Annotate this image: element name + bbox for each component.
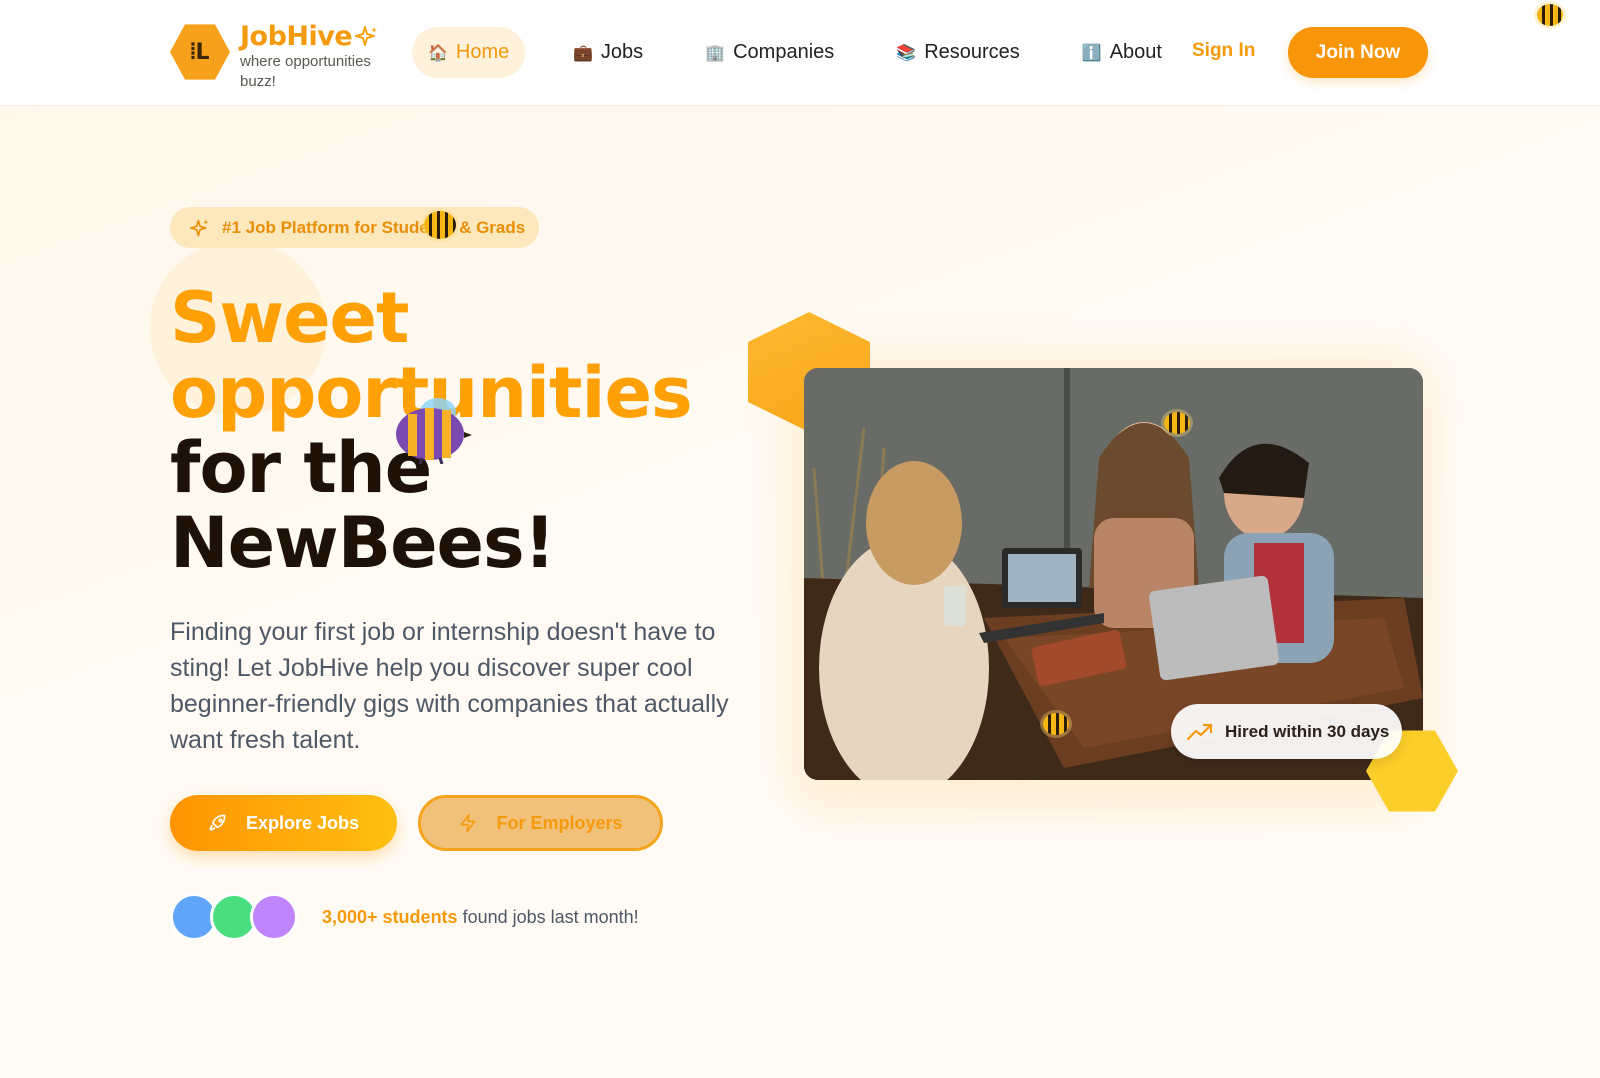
badge-text: #1 Job Platform for Students & Grads: [222, 217, 526, 237]
bee-icon: [1043, 713, 1069, 735]
hero-description: Finding your first job or internship doe…: [170, 618, 729, 754]
sign-in-link[interactable]: Sign In: [1192, 40, 1255, 62]
logo-glyph: ⦙L: [190, 39, 210, 65]
house-icon: 🏠: [428, 43, 448, 62]
nav-resources[interactable]: 📚 Resources: [896, 27, 1020, 78]
tagline: where opportunities buzz!: [240, 53, 371, 90]
nav-home-label: Home: [455, 41, 510, 63]
nav-home[interactable]: 🏠 Home: [412, 27, 525, 78]
info-icon: ℹ️: [1081, 43, 1102, 62]
avatar: [250, 893, 298, 941]
nav-about-label: About: [1109, 41, 1162, 63]
social-proof-rest: found jobs last month!: [457, 907, 639, 927]
rocket-icon: [209, 814, 226, 831]
join-now-button[interactable]: Join Now: [1288, 27, 1428, 78]
student-avatars: [170, 893, 302, 941]
nav-companies[interactable]: 🏢 Companies: [705, 27, 834, 78]
bee-icon: [424, 211, 456, 239]
trending-up-icon: [1187, 723, 1213, 740]
hired-badge: Hired within 30 days: [1171, 704, 1402, 759]
bee-icon: [396, 398, 472, 464]
bee-icon: [1537, 4, 1563, 26]
social-proof-count: 3,000+ students: [322, 907, 458, 927]
explore-jobs-button[interactable]: Explore Jobs: [170, 795, 397, 851]
hired-badge-text: Hired within 30 days: [1225, 721, 1390, 741]
for-employers-button[interactable]: For Employers: [418, 795, 663, 851]
explore-jobs-label: Explore Jobs: [245, 812, 360, 833]
nav-resources-label: Resources: [924, 41, 1020, 63]
nav-companies-label: Companies: [733, 41, 835, 63]
bee-icon: [1164, 412, 1190, 434]
nav-about[interactable]: ℹ️ About: [1082, 27, 1162, 78]
brand-name: JobHive: [240, 21, 353, 52]
headline-line-4: NewBees!: [170, 502, 556, 584]
headline-line-1: Sweet: [170, 277, 410, 359]
platform-badge: #1 Job Platform for Students & Grads: [170, 207, 539, 248]
nav-jobs[interactable]: 💼 Jobs: [573, 27, 643, 78]
building-icon: 🏢: [705, 43, 726, 62]
site-header: ⦙L JobHive where opportunities buzz! 🏠 H…: [0, 0, 1600, 106]
logo-text: JobHive where opportunities buzz!: [240, 22, 390, 92]
nav-jobs-label: Jobs: [600, 41, 644, 63]
sparkle-icon: [190, 219, 209, 236]
briefcase-icon: 💼: [573, 43, 593, 62]
logo-hex-icon: ⦙L: [170, 24, 230, 80]
social-proof-text: 3,000+ students found jobs last month!: [322, 907, 639, 928]
books-icon: 📚: [896, 43, 917, 62]
for-employers-label: For Employers: [496, 812, 623, 833]
sparkle-icon: [355, 26, 378, 46]
main-nav: 🏠 Home 💼 Jobs 🏢 Companies 📚 Resources ℹ️…: [412, 27, 1162, 78]
lightning-icon: [460, 813, 476, 833]
logo[interactable]: ⦙L JobHive where opportunities buzz!: [170, 22, 390, 92]
